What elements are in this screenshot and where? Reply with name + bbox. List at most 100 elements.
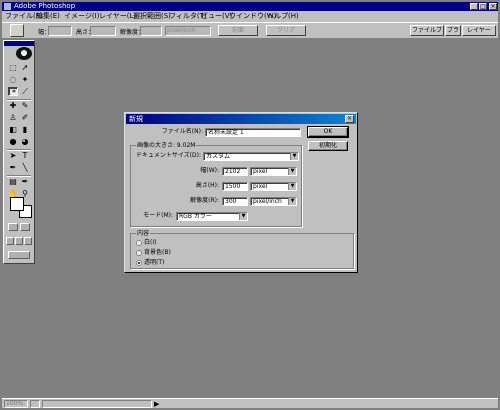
eraser-tool-icon[interactable]: ◧: [8, 125, 18, 135]
jump-to-imageready-icon[interactable]: [8, 251, 30, 259]
contents-background-label: 背景色(B): [144, 249, 171, 256]
mode-select[interactable]: RGB カラー ▼: [176, 212, 248, 221]
title-bar: Adobe Photoshop _ □ ×: [2, 2, 498, 11]
window-title: Adobe Photoshop: [14, 2, 76, 10]
status-info-field: [42, 400, 152, 408]
contents-background-radio[interactable]: [136, 250, 142, 256]
marquee-tool-icon[interactable]: ⬚: [8, 63, 18, 73]
file-browser-tab[interactable]: ファイルブ: [410, 25, 444, 36]
type-tool-icon[interactable]: T: [20, 151, 30, 161]
toolbox: ⬚ ➚ ◌ ✦ ⌗ ⟋ ✚ ✎ ♙ ✐ ◧ ▮ ● ◕ ➤ T ✒ ╲ ▤ ✒ …: [3, 40, 35, 264]
width-unit-select[interactable]: pixel ▼: [250, 167, 297, 176]
close-button[interactable]: ×: [489, 3, 497, 10]
document-size-value: カスタム: [206, 153, 231, 160]
maximize-button[interactable]: □: [479, 3, 487, 10]
dialog-title: 新規: [129, 115, 143, 123]
lasso-tool-icon[interactable]: ◌: [8, 75, 18, 85]
screen-mode-1-icon[interactable]: [6, 237, 14, 245]
slice-tool-icon[interactable]: ⟋: [20, 87, 30, 97]
chevron-down-icon: ▼: [239, 213, 247, 220]
height-input[interactable]: 1500: [222, 182, 248, 191]
status-menu-arrow-icon[interactable]: ▶: [154, 400, 159, 408]
file-name-input[interactable]: 名称未設定 1: [205, 128, 301, 137]
brush-tool-icon[interactable]: ✎: [20, 101, 30, 111]
path-select-icon[interactable]: ➤: [8, 151, 18, 161]
menu-view[interactable]: ビュー(V): [201, 12, 232, 21]
image-size-group: 画像の大きさ: 9.02M ドキュメントサイズ(D): カスタム ▼ 幅(W): …: [130, 142, 302, 227]
resolution-unit-select[interactable]: pixel/inch: [165, 26, 211, 36]
options-bar: 幅： 高さ： 解像度： pixel/inch 前面 クリア ファイルブ ブラ レ…: [2, 22, 498, 39]
menu-help[interactable]: ヘルプ(H): [267, 12, 299, 21]
menu-layer[interactable]: レイヤー(L): [99, 12, 136, 21]
image-size-title: 画像の大きさ: 9.02M: [136, 142, 197, 149]
minimize-button[interactable]: _: [470, 3, 478, 10]
notes-tool-icon[interactable]: ▤: [8, 177, 18, 187]
pen-tool-icon[interactable]: ✒: [8, 163, 18, 173]
height-unit-value: pixel: [253, 183, 268, 190]
chevron-down-icon: ▼: [290, 153, 298, 160]
line-tool-icon[interactable]: ╲: [20, 163, 30, 173]
zoom-field[interactable]: 100%: [4, 400, 28, 408]
mode-label: モード(M):: [143, 212, 173, 219]
resolution-unit-value: pixel/inch: [253, 198, 282, 205]
reset-button[interactable]: 初期化: [308, 141, 348, 151]
width-unit-value: pixel: [253, 168, 268, 175]
crop-tool-selected-icon[interactable]: ⌗: [8, 87, 18, 96]
crop-tool-icon[interactable]: [10, 24, 24, 37]
brushes-tab[interactable]: ブラ: [445, 25, 461, 36]
contents-transparent-radio[interactable]: [136, 260, 142, 266]
history-brush-icon[interactable]: ✐: [20, 113, 30, 123]
standard-mode-icon[interactable]: [8, 223, 18, 231]
menu-edit[interactable]: 編集(E): [36, 12, 60, 21]
dialog-close-icon[interactable]: ×: [345, 115, 354, 123]
doc-info-icon[interactable]: [30, 400, 40, 408]
chevron-down-icon: ▼: [288, 168, 296, 175]
menu-image[interactable]: イメージ(I): [64, 12, 99, 21]
new-document-dialog: 新規 × ファイル名(N): 名称未設定 1 OK 初期化 画像の大きさ: 9.…: [124, 112, 358, 273]
toolbox-header: [4, 41, 34, 46]
photoshop-window: Adobe Photoshop _ □ × ファイル(F) 編集(E) イメージ…: [0, 0, 500, 410]
contents-white-radio[interactable]: [136, 240, 142, 246]
width-input[interactable]: 2102: [222, 167, 248, 176]
contents-transparent-label: 透明(T): [144, 259, 165, 266]
ok-button[interactable]: OK: [307, 126, 349, 138]
width-label: 幅(W):: [200, 167, 219, 174]
mode-value: RGB カラー: [179, 213, 212, 220]
resolution-input[interactable]: 300: [222, 197, 248, 206]
gradient-tool-icon[interactable]: ▮: [20, 125, 30, 135]
chevron-down-icon: ▼: [288, 198, 296, 205]
blur-tool-icon[interactable]: ●: [8, 137, 18, 147]
move-tool-icon[interactable]: ➚: [20, 63, 30, 73]
dodge-tool-icon[interactable]: ◕: [20, 137, 30, 147]
healing-brush-icon[interactable]: ✚: [8, 101, 18, 111]
foreground-color-swatch[interactable]: [10, 197, 24, 211]
resolution-field[interactable]: [140, 26, 162, 36]
magic-wand-icon[interactable]: ✦: [20, 75, 30, 85]
contents-group: 内容 白(I) 背景色(B) 透明(T): [130, 230, 354, 269]
menu-bar: ファイル(F) 編集(E) イメージ(I) レイヤー(L) 選択範囲(S) フィ…: [2, 11, 498, 22]
quickmask-mode-icon[interactable]: [20, 223, 30, 231]
photoshop-logo-icon: [4, 3, 11, 10]
clear-button[interactable]: クリア: [266, 25, 306, 36]
contents-white-label: 白(I): [144, 239, 157, 246]
height-unit-select[interactable]: pixel ▼: [250, 182, 297, 191]
layers-tab[interactable]: レイヤー: [462, 25, 496, 36]
adobe-eye-icon[interactable]: [16, 47, 32, 60]
file-name-label: ファイル名(N):: [161, 128, 203, 135]
menu-select[interactable]: 選択範囲(S): [133, 12, 171, 21]
clone-stamp-icon[interactable]: ♙: [8, 113, 18, 123]
width-field[interactable]: [48, 26, 72, 36]
document-size-select[interactable]: カスタム ▼: [203, 152, 299, 161]
height-field[interactable]: [90, 26, 116, 36]
chevron-down-icon: ▼: [288, 183, 296, 190]
screen-mode-2-icon[interactable]: [15, 237, 23, 245]
eyedropper-icon[interactable]: ✒: [20, 177, 30, 187]
front-image-button[interactable]: 前面: [218, 25, 258, 36]
resolution-unit-select[interactable]: pixel/inch ▼: [250, 197, 297, 206]
document-size-label: ドキュメントサイズ(D):: [135, 152, 201, 159]
screen-mode-3-icon[interactable]: [24, 237, 32, 245]
resolution-label: 解像度(R):: [190, 197, 219, 204]
dialog-title-bar: 新規 ×: [126, 114, 356, 124]
height-label: 高さ(H):: [195, 182, 219, 189]
status-bar: 100% ▶: [2, 398, 498, 408]
